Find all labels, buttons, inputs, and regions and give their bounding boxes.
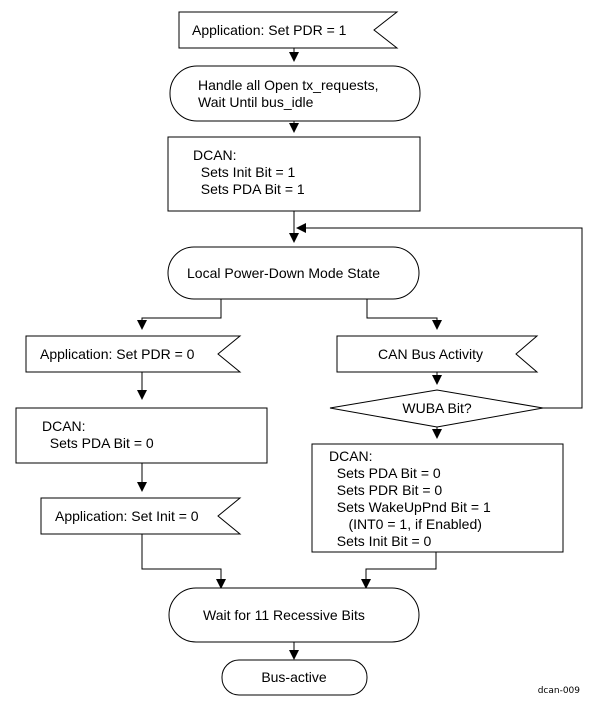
node-label: Application: Set PDR = 0 bbox=[40, 346, 195, 362]
node-label: Sets PDA Bit = 0 bbox=[329, 465, 441, 481]
node-label: Sets PDA Bit = 0 bbox=[42, 435, 154, 451]
edge-local-pd-to-can-bus-activity bbox=[366, 299, 438, 328]
edge-local-pd-to-set-pdr-0 bbox=[141, 299, 222, 328]
node-label: Sets Init Bit = 0 bbox=[329, 533, 432, 549]
node-set-init-0: Application: Set Init = 0 bbox=[40, 497, 242, 535]
edge-set-init-0-to-wait bbox=[141, 534, 222, 579]
node-wuba-decision: WUBA Bit? bbox=[329, 389, 544, 428]
node-label: Handle all Open tx_requests, bbox=[198, 77, 379, 93]
node-label: DCAN: bbox=[42, 418, 86, 434]
node-label: Wait Until bus_idle bbox=[198, 94, 314, 110]
arrowhead-down bbox=[289, 123, 299, 133]
arrowhead-down bbox=[432, 375, 442, 385]
node-label: Bus-active bbox=[261, 669, 327, 685]
node-set-pdr-0: Application: Set PDR = 0 bbox=[25, 335, 242, 373]
node-label: Wait for 11 Recessive Bits bbox=[203, 607, 365, 623]
arrowhead-down bbox=[137, 390, 147, 400]
node-label: DCAN: bbox=[193, 147, 237, 163]
node-label: Sets PDA Bit = 1 bbox=[193, 181, 305, 197]
node-local-pd-state: Local Power-Down Mode State bbox=[167, 246, 420, 300]
node-can-bus-activity: CAN Bus Activity bbox=[336, 335, 539, 373]
node-label: Sets PDR Bit = 0 bbox=[329, 482, 442, 498]
arrowhead-down bbox=[289, 233, 299, 243]
node-label: Sets Init Bit = 1 bbox=[193, 164, 296, 180]
arrowhead-left bbox=[296, 223, 306, 233]
node-handle-tx: Handle all Open tx_requests, Wait Until … bbox=[169, 65, 421, 122]
arrowhead-down bbox=[289, 650, 299, 660]
node-label: (INT0 = 1, if Enabled) bbox=[329, 516, 482, 532]
node-wait-recessive: Wait for 11 Recessive Bits bbox=[168, 587, 420, 643]
node-set-pdr-1: Application: Set PDR = 1 bbox=[178, 11, 399, 49]
node-dcan-pda-0: DCAN: Sets PDA Bit = 0 bbox=[15, 407, 268, 464]
arrowhead-down bbox=[137, 320, 147, 330]
arrowhead-down bbox=[432, 320, 442, 330]
arrowhead-down bbox=[432, 429, 442, 439]
node-label: DCAN: bbox=[329, 448, 373, 464]
node-label: CAN Bus Activity bbox=[378, 346, 483, 362]
node-bus-active: Bus-active bbox=[221, 659, 368, 696]
node-label: Application: Set Init = 0 bbox=[55, 508, 199, 524]
node-label: Sets WakeUpPnd Bit = 1 bbox=[329, 499, 491, 515]
node-label: WUBA Bit? bbox=[402, 400, 471, 416]
figure-reference: dcan-009 bbox=[538, 686, 581, 696]
node-dcan-wakeup: DCAN: Sets PDA Bit = 0 Sets PDR Bit = 0 … bbox=[311, 443, 564, 553]
arrowhead-down bbox=[137, 482, 147, 492]
node-dcan-set-init: DCAN: Sets Init Bit = 1 Sets PDA Bit = 1 bbox=[167, 136, 421, 212]
edge-dcan-wakeup-to-wait bbox=[365, 552, 437, 579]
node-label: Local Power-Down Mode State bbox=[187, 265, 380, 281]
arrowhead-down bbox=[289, 52, 299, 62]
flowchart-canvas: Application: Set PDR = 1 Handle all Open… bbox=[15, 11, 583, 696]
node-label: Application: Set PDR = 1 bbox=[192, 22, 347, 38]
